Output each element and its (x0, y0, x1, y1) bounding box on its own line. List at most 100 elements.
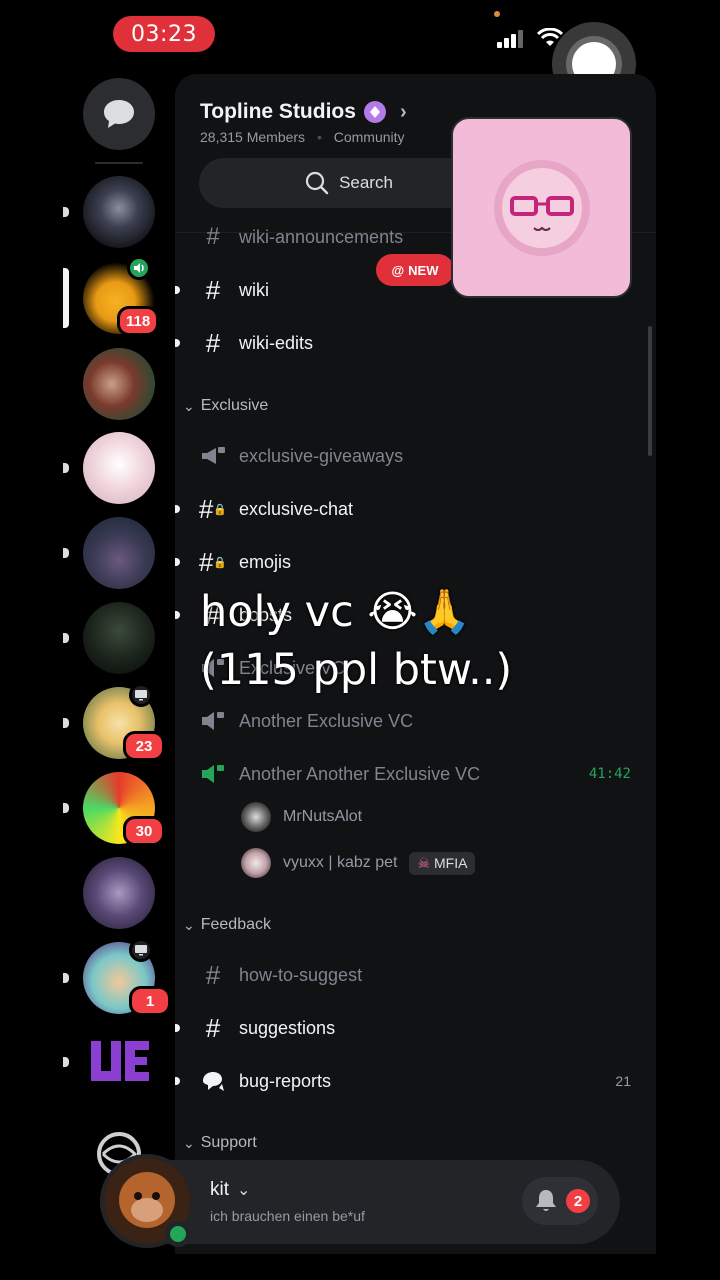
server-header[interactable]: Topline Studios › (200, 100, 407, 124)
channel-how-to-suggest[interactable]: # how-to-suggest (175, 955, 656, 995)
unread-indicator (175, 611, 180, 619)
cellular-signal-icon (497, 30, 523, 48)
video-call-tile[interactable] (451, 117, 632, 298)
channel-emojis[interactable]: # 🔒 emojis (175, 542, 656, 582)
voice-user-row[interactable]: MrNutsAlot (241, 801, 362, 833)
forum-channel-bug-reports[interactable]: bug-reports 21 (175, 1061, 656, 1101)
unread-indicator (63, 633, 69, 643)
unread-indicator (175, 339, 180, 347)
locked-hashtag-icon: # 🔒 (198, 493, 228, 524)
hashtag-icon: # (205, 327, 221, 358)
hashtag-icon: # (205, 1012, 221, 1043)
selected-server-indicator (63, 268, 69, 328)
unread-indicator (63, 718, 69, 728)
channel-label: wiki-edits (239, 332, 314, 353)
server-icon-purple-character[interactable] (83, 857, 155, 929)
active-speaker-icon (200, 761, 226, 787)
user-display-name: kit (210, 1179, 229, 1200)
unread-count-badge: 118 (117, 306, 160, 336)
chevron-right-icon: › (399, 100, 407, 123)
channel-label: Another Exclusive VC (239, 710, 414, 731)
category-label: Feedback (200, 916, 271, 933)
online-status-indicator (165, 1221, 191, 1247)
unread-indicator (63, 973, 69, 983)
locked-announcement-icon (200, 443, 226, 469)
channel-exclusive-giveaways[interactable]: exclusive-giveaways (175, 436, 656, 476)
unread-indicator (63, 207, 69, 217)
bell-icon (536, 1190, 556, 1211)
channel-label: Another Another Exclusive VC (239, 763, 481, 784)
server-icon-dark-forest[interactable] (83, 602, 155, 674)
server-icon-crowd[interactable] (83, 517, 155, 589)
unread-indicator (63, 803, 69, 813)
server-icon-group-photo[interactable] (83, 348, 155, 420)
notification-count-badge: 2 (566, 1189, 590, 1213)
hashtag-icon: # (206, 223, 220, 250)
user-video-avatar (493, 159, 590, 256)
avatar (241, 802, 271, 832)
category-support[interactable]: ⌄ Support (183, 1134, 257, 1152)
server-icon-ue-logo[interactable] (83, 1026, 155, 1098)
skull-icon: ☠ (417, 854, 430, 871)
channel-exclusive-chat[interactable]: # 🔒 exclusive-chat (175, 489, 656, 529)
locked-hashtag-icon: # 🔒 (198, 546, 228, 577)
voice-channel-another-exclusive-vc[interactable]: Another Exclusive VC (175, 701, 656, 741)
server-icon-pink-cat[interactable] (83, 432, 155, 504)
channel-wiki-edits[interactable]: # wiki-edits (175, 323, 656, 363)
avatar (241, 848, 271, 878)
voice-user-name: MrNutsAlot (283, 808, 363, 825)
channel-label: suggestions (239, 1017, 336, 1038)
rail-divider (95, 162, 143, 164)
hashtag-icon: # (205, 274, 221, 305)
server-meta: 28,315 Members • Community (200, 129, 405, 145)
voice-timer: 41:42 (588, 766, 631, 782)
server-icon-dark-creature[interactable] (83, 176, 155, 248)
mic-indicator-dot (494, 11, 500, 17)
unread-indicator (63, 1057, 69, 1067)
unread-indicator (175, 558, 180, 566)
screen-share-icon (129, 683, 153, 707)
server-rail: 118 23 30 1 (60, 70, 175, 1190)
status-time: 03:23 (113, 16, 215, 52)
search-icon (305, 171, 329, 195)
server-icon-topline-studios[interactable]: 118 (83, 256, 160, 336)
unread-indicator (63, 548, 69, 558)
unread-count-badge: 30 (123, 816, 165, 846)
channel-label: emojis (239, 551, 292, 572)
chat-bubble-icon (104, 100, 134, 128)
channel-label: exclusive-giveaways (239, 445, 404, 466)
channel-label: wiki-announcements (239, 226, 404, 247)
channel-label: how-to-suggest (239, 964, 363, 985)
forum-icon (200, 1068, 226, 1094)
post-count: 21 (615, 1073, 631, 1089)
unread-indicator (175, 1024, 180, 1032)
locked-speaker-icon (200, 708, 226, 734)
caption-line-2: (115 ppl btw..) (200, 645, 513, 695)
direct-messages-button[interactable] (83, 78, 155, 150)
chevron-down-icon: ⌄ (183, 916, 195, 933)
search-label: Search (339, 173, 393, 192)
hashtag-icon: # (205, 959, 221, 990)
category-exclusive[interactable]: ⌄ Exclusive (183, 397, 268, 415)
user-name-button[interactable]: kit ⌄ (210, 1179, 250, 1201)
server-type: Community (333, 129, 405, 145)
unread-count-badge: 1 (129, 986, 171, 1016)
tag-label: MFIA (434, 855, 468, 871)
voice-user-row[interactable]: vyuxx | kabz pet ☠ MFIA (241, 847, 476, 879)
boost-badge-icon (363, 101, 386, 123)
server-icon-cartoon-face[interactable]: 1 (83, 938, 171, 1016)
server-icon-rainbow-bird[interactable]: 30 (83, 772, 165, 846)
channel-suggestions[interactable]: # suggestions (175, 1008, 656, 1048)
server-icon-bird[interactable]: 23 (83, 683, 165, 761)
custom-status: ich brauchen einen be*uf (210, 1208, 365, 1224)
meta-separator: • (316, 129, 322, 145)
voice-channel-another-another-exclusive-vc[interactable]: Another Another Exclusive VC 41:42 (175, 754, 656, 794)
category-label: Exclusive (200, 397, 269, 414)
unread-indicator (63, 463, 69, 473)
screen-share-icon (129, 938, 153, 962)
channel-label: wiki (239, 279, 269, 300)
unread-indicator (175, 286, 180, 294)
unread-indicator (175, 505, 180, 513)
category-feedback[interactable]: ⌄ Feedback (183, 916, 271, 934)
category-label: Support (200, 1134, 257, 1151)
